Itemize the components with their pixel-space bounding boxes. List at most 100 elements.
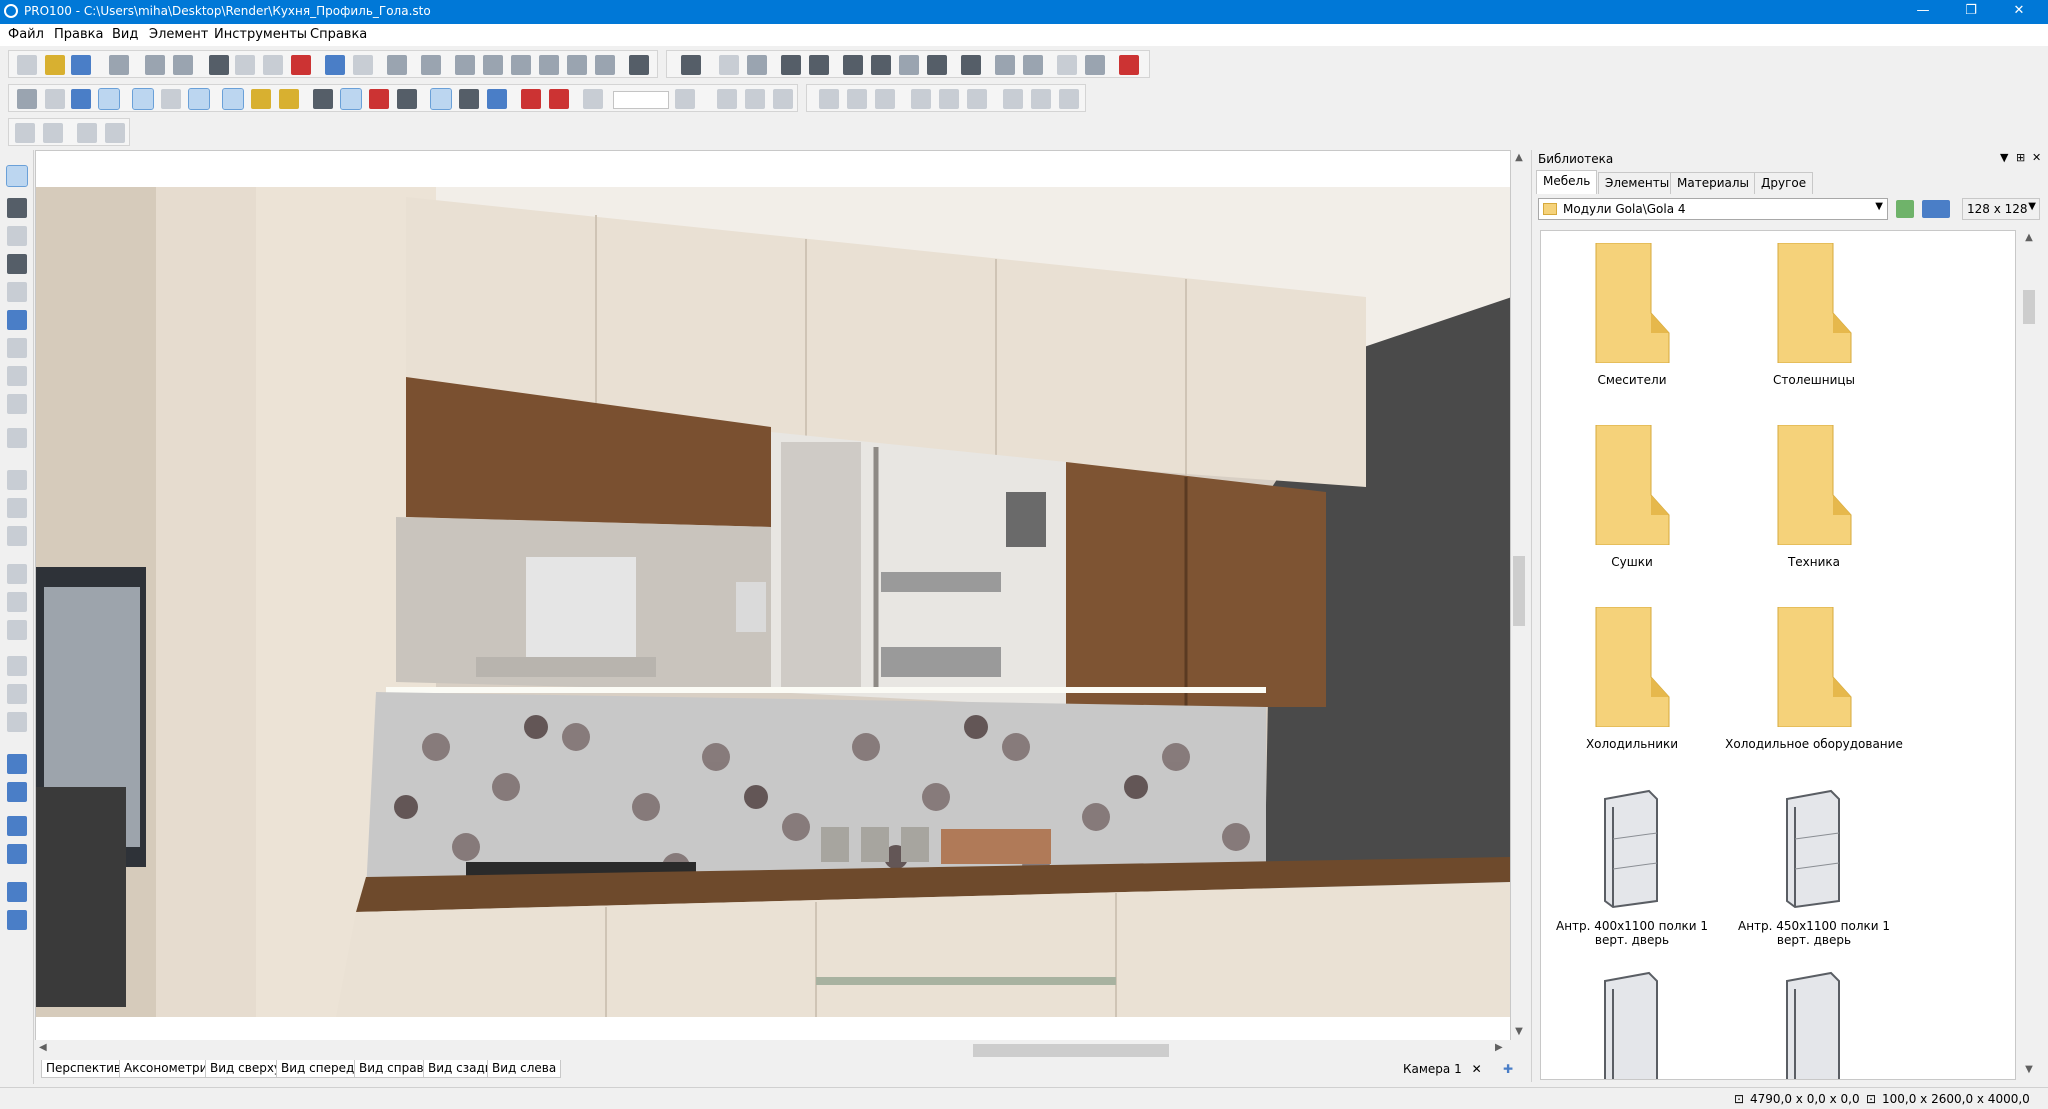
tab-elements[interactable]: Элементы	[1598, 172, 1677, 194]
redo-icon[interactable]	[353, 55, 373, 75]
new-file-icon[interactable]	[17, 55, 37, 75]
menu-edit[interactable]: Правка	[54, 27, 103, 42]
view-show-icon[interactable]	[1085, 55, 1105, 75]
edit-face-icon[interactable]	[7, 366, 27, 386]
panel-close-icon[interactable]: ✕	[2032, 151, 2041, 164]
menu-file[interactable]: Файл	[8, 27, 44, 42]
hinge-tool-icon[interactable]	[7, 684, 27, 704]
scroll-thumb[interactable]	[2023, 290, 2035, 324]
delete-icon[interactable]	[291, 55, 311, 75]
cornice-tool-icon[interactable]	[7, 620, 27, 640]
export-icon[interactable]	[567, 55, 587, 75]
ruler-icon[interactable]	[340, 88, 362, 110]
library-item-cabinet[interactable]: Антр. 450x1100 полки 1 верт. дверь	[1723, 777, 1905, 957]
cube-outline-icon[interactable]	[132, 88, 154, 110]
sum-icon[interactable]	[629, 55, 649, 75]
move-to-wall-icon[interactable]	[7, 754, 27, 774]
snap-angle-icon[interactable]	[487, 89, 507, 109]
light-bulb-icon[interactable]	[279, 89, 299, 109]
room-icon[interactable]	[421, 55, 441, 75]
close-camera-icon[interactable]: ✕	[1472, 1062, 1482, 1076]
scroll-up-icon[interactable]: ▲	[1511, 152, 1527, 163]
join-panel-icon[interactable]	[7, 910, 27, 930]
magnet-icon[interactable]	[521, 89, 541, 109]
library-path-select[interactable]: Модули Gola\Gola 4 ▼	[1538, 198, 1888, 220]
tab-other[interactable]: Другое	[1754, 172, 1814, 194]
thumb-size-select[interactable]: 128 x 128 ▼	[1962, 198, 2040, 220]
scroll-down-icon[interactable]: ▼	[2020, 1064, 2038, 1075]
viewport-horizontal-scrollbar[interactable]: ◀ ▶	[35, 1040, 1511, 1060]
material-icon[interactable]	[251, 89, 271, 109]
select-cursor-icon[interactable]	[6, 165, 28, 187]
copy-icon[interactable]	[235, 55, 255, 75]
properties-icon[interactable]	[109, 55, 129, 75]
handle-tool-icon[interactable]	[7, 656, 27, 676]
library-item-cabinet[interactable]: Антр. 400x1100 полки 1 верт. дверь	[1541, 777, 1723, 957]
mirror-icon[interactable]	[899, 55, 919, 75]
leg-tool-icon[interactable]	[7, 712, 27, 732]
print-preview-icon[interactable]	[173, 55, 193, 75]
tab-top-view[interactable]: Вид сверху	[205, 1060, 287, 1078]
move-to-floor-icon[interactable]	[7, 782, 27, 802]
eraser-icon[interactable]	[7, 282, 27, 302]
cut-icon[interactable]	[209, 55, 229, 75]
pipette-icon[interactable]	[7, 254, 27, 274]
open-file-icon[interactable]	[45, 55, 65, 75]
render-icon[interactable]	[98, 88, 120, 110]
print-icon[interactable]	[145, 55, 165, 75]
menu-tools[interactable]: Инструменты	[214, 27, 307, 42]
measure-h-icon[interactable]	[15, 123, 35, 143]
maximize-button[interactable]: ❐	[1948, 0, 1994, 24]
scroll-right-icon[interactable]: ▶	[1495, 1042, 1503, 1053]
snap-point-icon[interactable]	[430, 88, 452, 110]
align-left-icon[interactable]	[819, 89, 839, 109]
zoom-out-icon[interactable]	[583, 89, 603, 109]
library-item-folder[interactable]: Столешницы	[1723, 231, 1905, 411]
stack-up-icon[interactable]	[7, 816, 27, 836]
cube-icon[interactable]	[161, 89, 181, 109]
view-hidden-icon[interactable]	[1057, 55, 1077, 75]
panel-menu-icon[interactable]: ▼	[2000, 151, 2008, 164]
distribute-center-icon[interactable]	[745, 89, 765, 109]
edit-shape-icon[interactable]	[7, 310, 27, 330]
grid-icon[interactable]	[369, 89, 389, 109]
library-item-folder[interactable]: Техника	[1723, 413, 1905, 593]
list-icon[interactable]	[455, 55, 475, 75]
panel-tool-icon[interactable]	[7, 470, 27, 490]
scroll-left-icon[interactable]: ◀	[39, 1042, 47, 1053]
tab-furniture[interactable]: Мебель	[1536, 170, 1598, 194]
outline-icon[interactable]	[45, 89, 65, 109]
edit-edge-icon[interactable]	[7, 338, 27, 358]
stack-down-icon[interactable]	[7, 844, 27, 864]
3d-viewport[interactable]	[35, 150, 1511, 1044]
tag-icon[interactable]	[313, 89, 333, 109]
distribute-v-icon[interactable]	[773, 89, 793, 109]
zoom-level-select[interactable]	[613, 91, 669, 109]
cut-panel-icon[interactable]	[7, 882, 27, 902]
grid-snap-icon[interactable]	[681, 55, 701, 75]
distribute-h-icon[interactable]	[717, 89, 737, 109]
edit-point-icon[interactable]	[7, 394, 27, 414]
library-item-folder[interactable]: Смесители	[1541, 231, 1723, 411]
texture-icon[interactable]	[222, 88, 244, 110]
library-item-folder[interactable]: Холодильники	[1541, 595, 1723, 775]
library-item-folder[interactable]: Сушки	[1541, 413, 1723, 593]
cube-solid-icon[interactable]	[188, 88, 210, 110]
rotate-right-icon[interactable]	[809, 55, 829, 75]
align-bottom-icon[interactable]	[967, 89, 987, 109]
library-scrollbar[interactable]: ▲ ▼	[2020, 230, 2038, 1080]
align-middle-icon[interactable]	[939, 89, 959, 109]
scroll-down-icon[interactable]: ▼	[1511, 1026, 1527, 1037]
shelf-tool-icon[interactable]	[7, 564, 27, 584]
zoom-in-icon[interactable]	[675, 89, 695, 109]
eye-icon[interactable]	[397, 89, 417, 109]
close-button[interactable]: ✕	[1996, 0, 2042, 24]
minimize-button[interactable]: —	[1900, 0, 1946, 24]
help-lifebuoy-icon[interactable]	[1119, 55, 1139, 75]
undo-icon[interactable]	[325, 55, 345, 75]
scroll-up-icon[interactable]: ▲	[2020, 232, 2038, 243]
project-settings-icon[interactable]	[387, 55, 407, 75]
solid-icon[interactable]	[71, 89, 91, 109]
pin-icon[interactable]: ⊞	[2016, 151, 2025, 164]
camera-tab[interactable]: Камера 1 ✕	[1403, 1062, 1482, 1082]
